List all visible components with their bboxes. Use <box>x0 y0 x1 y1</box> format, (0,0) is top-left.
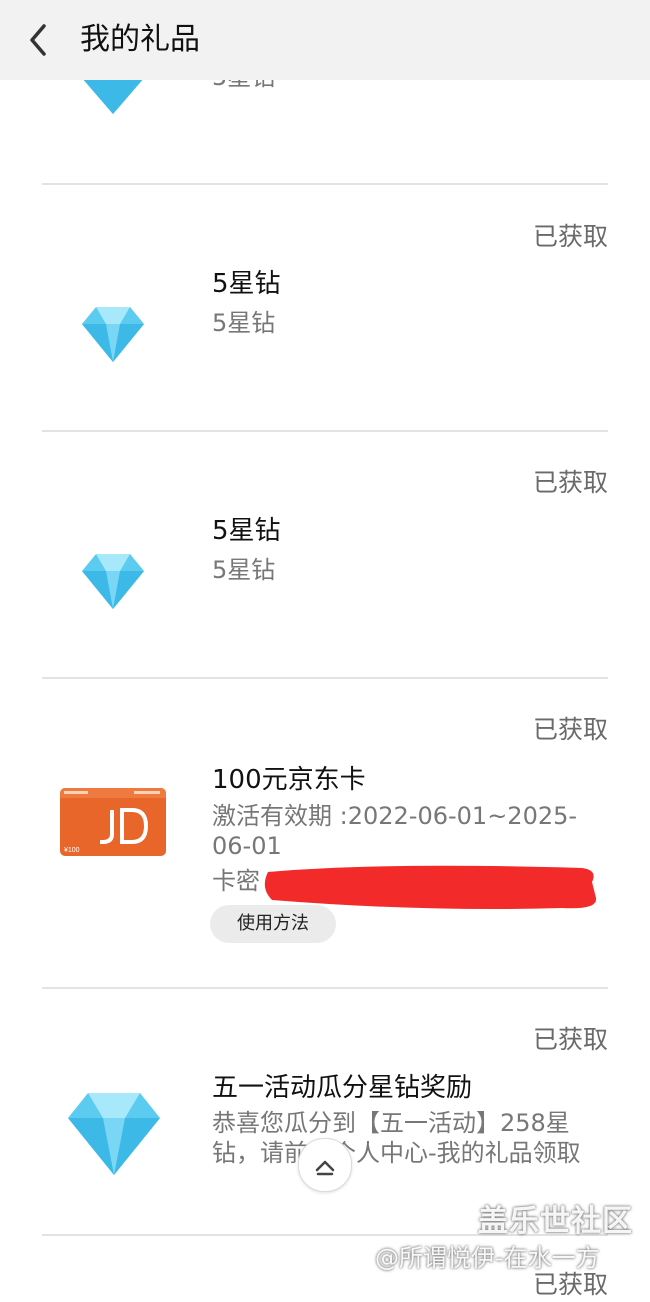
gift-list: 5星钻 已获取 5星钻 5星钻 已获取 5星钻 5星钻 已获取 <box>0 0 650 1299</box>
gift-title: 100元京东卡 <box>212 765 366 795</box>
page-title: 我的礼品 <box>80 22 200 57</box>
diamond-icon <box>82 307 144 362</box>
scroll-to-top-button[interactable] <box>298 1138 352 1192</box>
chevron-up-icon <box>315 1160 335 1176</box>
gift-description: 恭喜您瓜分到【五一活动】258星钻，请前往个人中心-我的礼品领取 <box>212 1109 581 1167</box>
chevron-left-icon <box>30 24 46 56</box>
diamond-icon <box>82 554 144 609</box>
validity-text: 激活有效期 :2022-06-01~2025-06-01 <box>212 802 578 860</box>
app-header: 我的礼品 <box>0 0 650 80</box>
gift-subtitle: 5星钻 <box>212 309 276 337</box>
divider <box>42 430 608 432</box>
gift-subtitle: 5星钻 <box>212 556 276 584</box>
card-value-text: ¥100 <box>64 847 80 854</box>
status-label: 已获取 <box>532 468 608 497</box>
status-label: 已获取 <box>532 1270 608 1299</box>
back-button[interactable] <box>20 18 60 62</box>
watermark-brand: 盖乐世社区 <box>478 1204 633 1239</box>
how-to-use-button[interactable]: 使用方法 <box>210 905 336 943</box>
status-label: 已获取 <box>532 222 608 251</box>
jd-card-image: ¥100 <box>60 788 166 856</box>
divider <box>42 677 608 679</box>
status-label: 已获取 <box>532 1025 608 1054</box>
divider <box>42 987 608 989</box>
gift-title: 五一活动瓜分星钻奖励 <box>212 1073 473 1103</box>
diamond-icon <box>68 1093 160 1175</box>
gift-title: 5星钻 <box>212 516 281 546</box>
watermark-user: @所谓悦伊-在水一方 <box>375 1244 600 1272</box>
status-label: 已获取 <box>532 715 608 744</box>
gift-title: 5星钻 <box>212 269 281 299</box>
divider <box>42 183 608 185</box>
